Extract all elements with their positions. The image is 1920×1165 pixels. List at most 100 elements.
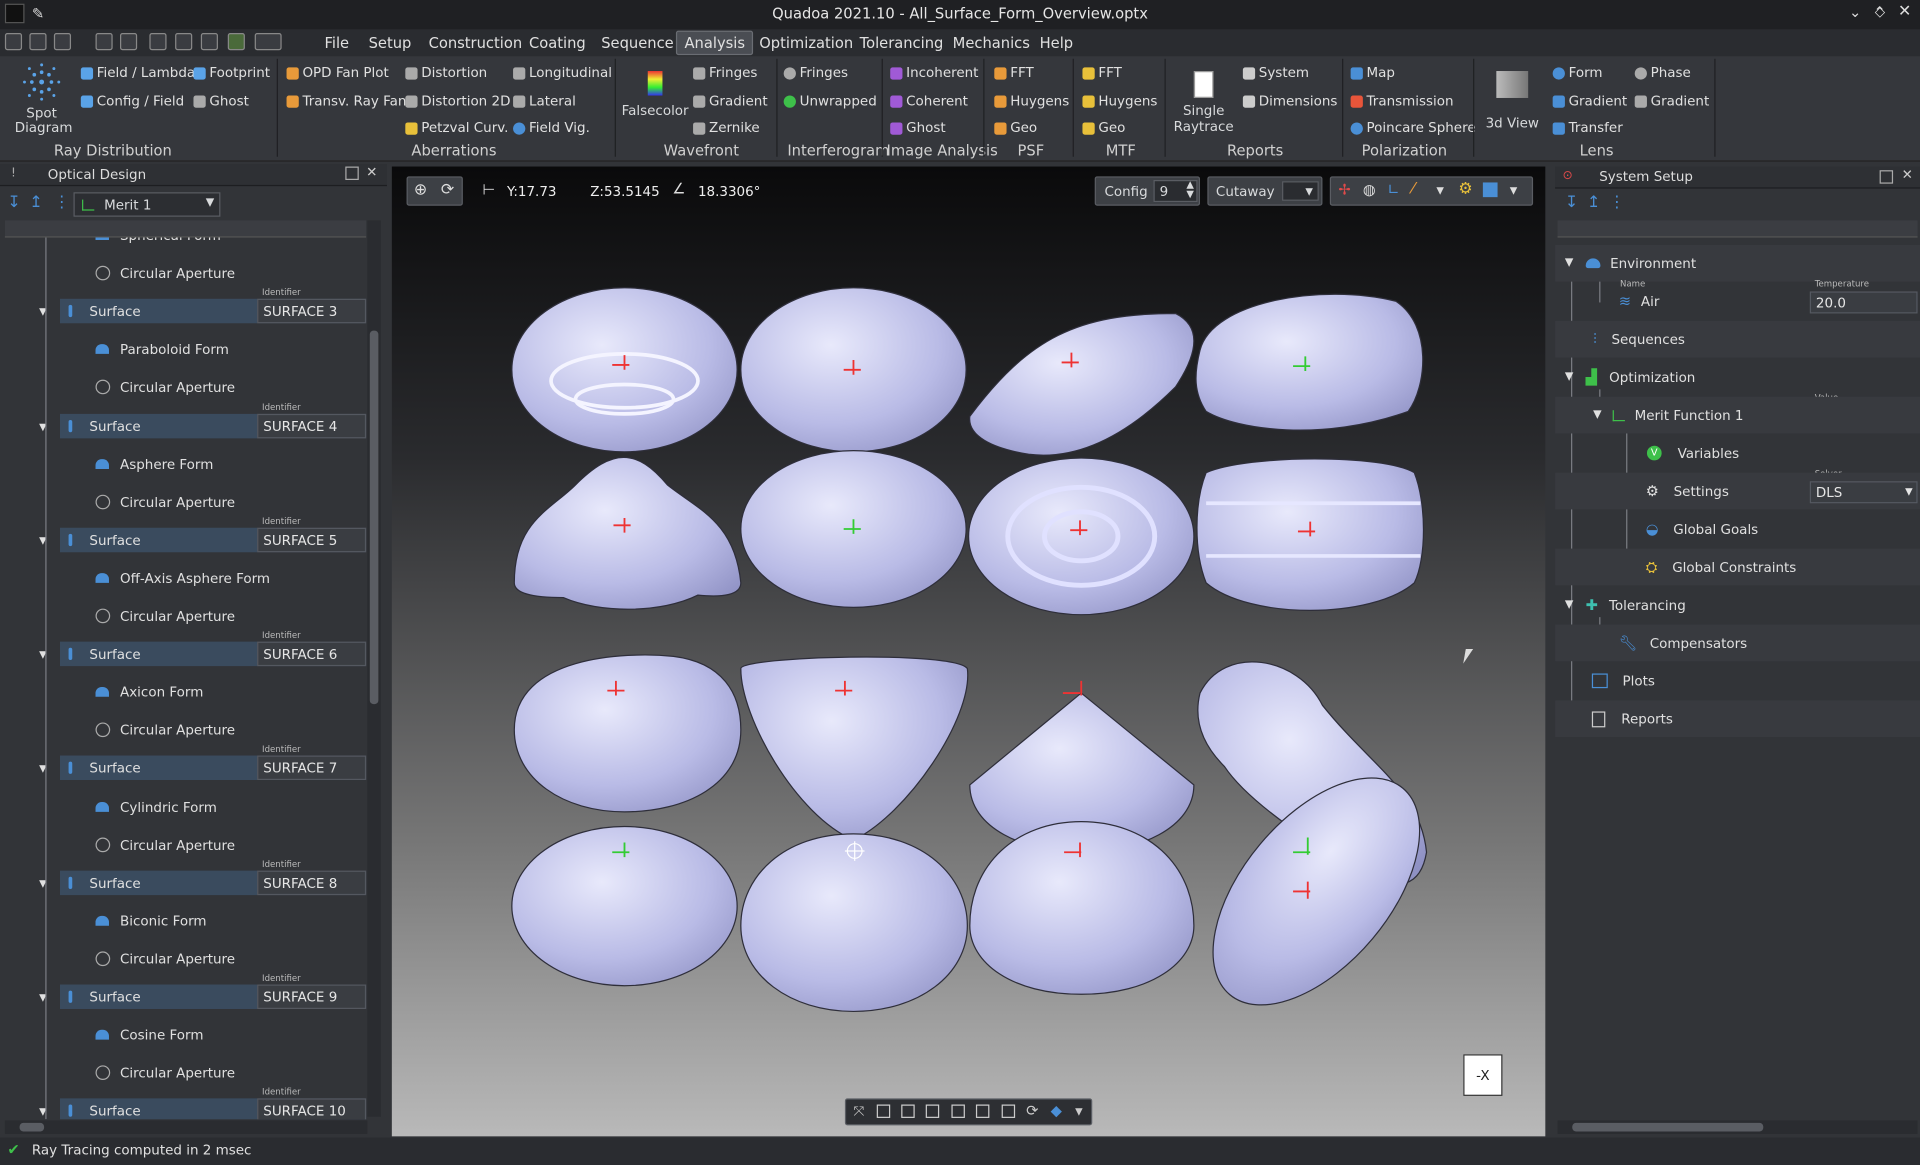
system-report-button[interactable]: System (1242, 65, 1309, 81)
tree-vertical-scrollbar[interactable] (367, 220, 381, 1117)
surface-identifier-field[interactable]: SURFACE 8 (257, 870, 367, 896)
minimize-icon[interactable]: ⌄ (1849, 4, 1861, 21)
menu-file[interactable]: File (324, 34, 349, 51)
new-file-icon[interactable] (4, 33, 23, 51)
coherent-button[interactable]: Coherent (890, 93, 968, 109)
close-icon[interactable]: ✕ (1898, 2, 1911, 20)
tree-item-plots[interactable]: Plots (1555, 662, 1920, 699)
menu-optimization[interactable]: Optimization (759, 34, 853, 51)
float-panel-icon[interactable] (345, 166, 359, 181)
config-field-button[interactable]: Config / Field (80, 93, 184, 109)
menu-sequence[interactable]: Sequence (601, 34, 673, 51)
mtf-geo-button[interactable]: Geo (1082, 120, 1125, 136)
longitudinal-button[interactable]: Longitudinal (513, 65, 612, 81)
solver-select[interactable]: DLS ▼ (1809, 481, 1918, 504)
expand-chevron-icon[interactable]: ▼ (1593, 409, 1601, 421)
field-vig-button[interactable]: Field Vig. (513, 120, 590, 136)
distortion-button[interactable]: Distortion (405, 65, 487, 81)
tree-form-row[interactable]: Paraboloid Form (95, 336, 229, 363)
tree-aperture-row[interactable]: Circular Aperture (95, 1059, 235, 1086)
hscrollbar-thumb[interactable] (19, 1122, 45, 1132)
tree-item-compensators[interactable]: 🔧︎ Compensators (1555, 624, 1920, 662)
tree-item-sequences[interactable]: ⫶ Sequences (1555, 320, 1920, 358)
view-bottom-icon[interactable] (1001, 1104, 1016, 1118)
open-file-icon[interactable] (29, 33, 47, 51)
tree-aperture-row[interactable]: Circular Aperture (95, 945, 235, 972)
tree-surface-row[interactable]: ▼ Surface (39, 754, 141, 781)
expand-chevron-icon[interactable]: ▼ (1565, 257, 1573, 269)
footprint-button[interactable]: Footprint (193, 65, 270, 81)
axis-view-button[interactable]: -X (1463, 1054, 1503, 1096)
spot-diagram-button[interactable]: Spot Diagram (7, 61, 76, 137)
tree-form-row[interactable]: Spherical Form (95, 237, 221, 249)
auto-update-icon[interactable] (227, 33, 245, 51)
mtf-huygens-button[interactable]: Huygens (1082, 93, 1157, 109)
incoherent-button[interactable]: Incoherent (890, 65, 978, 81)
open-recent-icon[interactable] (53, 33, 72, 51)
menu-tolerancing[interactable]: Tolerancing (860, 34, 944, 51)
transv-ray-fan-button[interactable]: Transv. Ray Fan (286, 93, 406, 109)
expand-chevron-icon[interactable]: ▼ (39, 306, 68, 317)
surface-identifier-field[interactable]: SURFACE 5 (257, 527, 367, 553)
menu-construction[interactable]: Construction (429, 34, 523, 51)
petzval-button[interactable]: Petzval Curv. (405, 120, 508, 136)
restore-icon[interactable]: ◇ (1875, 4, 1885, 20)
tree-form-row[interactable]: Asphere Form (95, 451, 213, 478)
phase-gradient-button[interactable]: Gradient (1634, 93, 1709, 109)
collapse-all-icon[interactable]: ↥ (1587, 193, 1600, 211)
distortion-2d-button[interactable]: Distortion 2D (405, 93, 510, 109)
tree-surface-row[interactable]: ▼ Surface (39, 983, 141, 1010)
surface-identifier-field[interactable]: SURFACE 4 (257, 413, 367, 439)
tree-item-global-goals[interactable]: ◒ Global Goals (1555, 511, 1920, 548)
tree-horizontal-scrollbar[interactable] (4, 1120, 368, 1134)
close-panel-icon[interactable]: ✕ (366, 164, 377, 180)
tree-surface-row[interactable]: ▼ Surface (39, 869, 141, 896)
tree-aperture-row[interactable]: Circular Aperture (95, 260, 235, 287)
surface-identifier-field[interactable]: SURFACE 3 (257, 298, 367, 324)
tree-aperture-row[interactable]: Circular Aperture (95, 602, 235, 629)
mtf-fft-button[interactable]: FFT (1082, 65, 1122, 81)
menu-coating[interactable]: Coating (529, 34, 586, 51)
image-ghost-button[interactable]: Ghost (890, 120, 946, 136)
undo-icon[interactable] (149, 33, 167, 51)
expand-chevron-icon[interactable]: ▼ (39, 421, 68, 432)
expand-all-icon[interactable]: ↧ (7, 193, 20, 211)
refresh-icon[interactable] (200, 33, 218, 51)
poincare-sphere-button[interactable]: Poincare Sphere (1350, 120, 1476, 136)
tree-aperture-row[interactable]: Circular Aperture (95, 489, 235, 516)
dimensions-report-button[interactable]: Dimensions (1242, 93, 1337, 109)
tree-form-row[interactable]: Axicon Form (95, 678, 203, 705)
psf-fft-button[interactable]: FFT (994, 65, 1034, 81)
close-panel-icon[interactable]: ✕ (1902, 167, 1913, 183)
phase-button[interactable]: Phase (1634, 65, 1691, 81)
tree-form-row[interactable]: Biconic Form (95, 907, 207, 934)
unwrapped-button[interactable]: Unwrapped (783, 93, 877, 109)
tree-item-tolerancing[interactable]: ▼ ✚ Tolerancing (1555, 587, 1920, 624)
wavefront-fringes-button[interactable]: Fringes (693, 65, 757, 81)
expand-chevron-icon[interactable]: ▼ (39, 1105, 68, 1116)
3d-viewport[interactable]: ⊕ ⟳ ⊢ Y:17.73 Z:53.5145 ∠ 18.3306° Confi… (391, 166, 1546, 1137)
collapse-all-icon[interactable]: ↥ (29, 193, 42, 211)
right-horizontal-scrollbar[interactable] (1557, 1120, 1918, 1134)
ghost-button[interactable]: Ghost (193, 93, 249, 109)
tree-aperture-row[interactable]: Circular Aperture (95, 831, 235, 858)
psf-huygens-button[interactable]: Huygens (994, 93, 1069, 109)
expand-chevron-icon[interactable]: ▼ (39, 648, 68, 659)
scrollbar-thumb[interactable] (369, 330, 379, 705)
view-right-icon[interactable] (951, 1104, 965, 1118)
expand-all-icon[interactable]: ↧ (1565, 193, 1578, 211)
window-layout-icon[interactable] (254, 33, 282, 51)
single-raytrace-button[interactable]: Single Raytrace (1172, 66, 1236, 142)
view-left-icon[interactable] (925, 1104, 940, 1118)
polarization-map-button[interactable]: Map (1350, 65, 1395, 81)
expand-chevron-icon[interactable]: ▼ (1565, 599, 1573, 611)
menu-mechanics[interactable]: Mechanics (953, 34, 1030, 51)
fit-view-icon[interactable]: ⤧ (853, 1103, 864, 1120)
field-lambda-button[interactable]: Field / Lambda (80, 65, 195, 81)
tree-item-environment[interactable]: ▼ Environment (1555, 244, 1920, 282)
tree-surface-row[interactable]: ▼ Surface (39, 527, 141, 554)
transmission-button[interactable]: Transmission (1350, 93, 1454, 109)
redo-icon[interactable] (175, 33, 193, 51)
3d-view-button[interactable]: 3d View (1482, 66, 1543, 142)
expand-chevron-icon[interactable]: ▼ (39, 534, 68, 545)
